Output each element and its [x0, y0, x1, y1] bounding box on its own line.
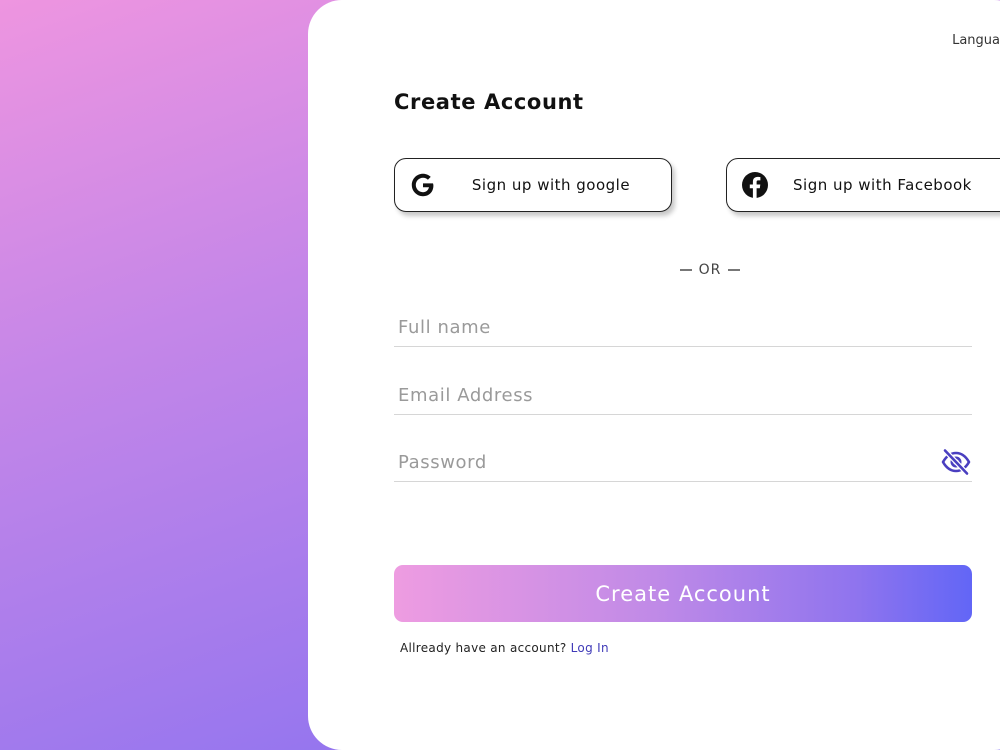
facebook-signup-button[interactable]: Sign up with Facebook — [726, 158, 1000, 212]
page-title: Create Account — [394, 90, 584, 114]
facebook-signup-label: Sign up with Facebook — [793, 176, 972, 194]
or-divider: OR — [308, 262, 1000, 278]
eye-slash-icon[interactable] — [940, 447, 972, 477]
email-field — [394, 380, 972, 415]
signup-card: Langua Create Account Sign up with googl… — [308, 0, 1000, 750]
divider-line-left — [679, 269, 692, 271]
google-signup-label: Sign up with google — [471, 176, 631, 194]
google-icon — [407, 169, 439, 201]
password-field — [394, 447, 972, 482]
login-prompt: Allready have an account? Log In — [400, 641, 609, 655]
full-name-field — [394, 312, 972, 347]
create-account-button[interactable]: Create Account — [394, 565, 972, 622]
language-selector[interactable]: Langua — [952, 33, 1000, 48]
divider-line-right — [728, 269, 741, 271]
login-link[interactable]: Log In — [571, 641, 609, 655]
google-signup-button[interactable]: Sign up with google — [394, 158, 672, 212]
password-input[interactable] — [398, 447, 928, 477]
full-name-input[interactable] — [398, 312, 928, 342]
or-divider-text: OR — [698, 262, 722, 278]
login-prompt-text: Allready have an account? — [400, 641, 567, 655]
email-input[interactable] — [398, 380, 928, 410]
facebook-icon — [739, 169, 771, 201]
